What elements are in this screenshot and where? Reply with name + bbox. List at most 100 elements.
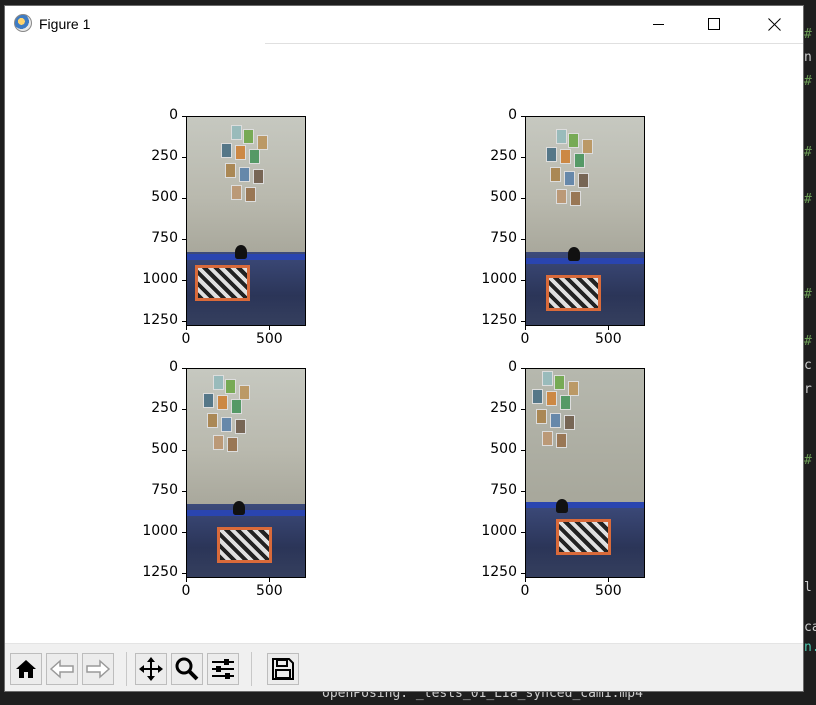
editor-line: # (804, 27, 812, 42)
home-icon (16, 660, 36, 678)
image-axes[interactable] (525, 368, 645, 578)
figure-canvas[interactable]: 0 250 500 750 1000 1250 0 500 0 250 500 750 1000 125… (5, 44, 803, 644)
close-button[interactable] (751, 6, 797, 42)
y-tick-mark (182, 239, 186, 241)
image-axes[interactable] (186, 368, 306, 578)
toolbar-separator (251, 652, 252, 686)
editor-line: n. (804, 640, 816, 655)
title-bar[interactable]: Figure 1 (5, 6, 803, 42)
background-editor: # n # # # # # c r # l ca n. (804, 0, 816, 705)
pan-button[interactable] (135, 653, 167, 685)
close-icon (768, 18, 781, 31)
subplot-2[interactable]: 0 250 500 750 1000 1250 0 500 (464, 44, 694, 347)
subplot-3[interactable]: 0 250 500 750 1000 1250 0 500 (125, 296, 355, 599)
editor-line: ca (804, 620, 816, 635)
y-tick-mark (182, 409, 186, 411)
y-tick-mark (182, 116, 186, 117)
y-tick-mark (521, 532, 525, 534)
save-button[interactable] (267, 653, 299, 685)
y-tick-label: 250 (490, 148, 517, 165)
y-tick-label: 250 (151, 148, 178, 165)
y-tick-mark (521, 450, 525, 452)
arrow-right-icon (86, 659, 111, 679)
y-tick-label: 250 (490, 400, 517, 417)
y-tick-label: 1000 (481, 523, 517, 540)
editor-line: # (804, 74, 812, 89)
wall-frames (217, 125, 279, 207)
magnifier-icon (175, 657, 199, 681)
image-axes[interactable] (525, 116, 645, 326)
y-tick-label: 500 (490, 441, 517, 458)
y-tick-label: 750 (490, 482, 517, 499)
y-tick-mark (521, 116, 525, 117)
navigation-toolbar (5, 643, 803, 691)
y-tick-mark (521, 280, 525, 282)
image-axes[interactable] (186, 116, 306, 326)
editor-line: l (804, 580, 812, 595)
sliders-icon (212, 659, 234, 679)
x-tick-mark (269, 578, 271, 582)
wall-frames (199, 375, 261, 457)
y-tick-mark (521, 573, 525, 575)
cat-figure (233, 501, 245, 515)
terminal-text: openPosing: _tests_01_LIa_synced_cam1.mp… (322, 692, 643, 701)
maximize-icon (708, 18, 720, 30)
x-tick-mark (608, 578, 610, 582)
move-icon (139, 657, 163, 681)
x-tick-mark (525, 578, 526, 582)
y-tick-mark (182, 532, 186, 534)
figure-window: Figure 1 0 250 500 750 1000 1250 0 500 0… (4, 5, 804, 692)
zoom-button[interactable] (171, 653, 203, 685)
subplot-1[interactable]: 0 250 500 750 1000 1250 0 500 (125, 44, 355, 347)
background-terminal: openPosing: _tests_01_LIa_synced_cam1.mp… (0, 692, 816, 705)
y-tick-label: 0 (508, 107, 517, 123)
forward-button[interactable] (82, 653, 114, 685)
y-tick-mark (182, 573, 186, 575)
x-tick-mark (186, 578, 187, 582)
y-tick-mark (182, 157, 186, 159)
editor-line: n (804, 50, 812, 65)
y-tick-label: 0 (169, 359, 178, 375)
y-tick-mark (521, 198, 525, 200)
y-tick-label: 0 (508, 359, 517, 375)
y-tick-mark (521, 239, 525, 241)
y-tick-label: 500 (151, 441, 178, 458)
minimize-icon (652, 23, 664, 25)
y-tick-label: 1250 (142, 564, 178, 581)
editor-line: # (804, 453, 812, 468)
y-tick-mark (521, 157, 525, 159)
matplotlib-icon (14, 14, 32, 32)
editor-line: # (804, 287, 812, 302)
y-tick-label: 1250 (481, 564, 517, 581)
cat-figure (556, 499, 568, 513)
checkerboard-mat (556, 519, 611, 555)
back-button[interactable] (46, 653, 78, 685)
y-tick-mark (521, 409, 525, 411)
editor-line: # (804, 334, 812, 349)
editor-line: r (804, 382, 812, 397)
y-tick-label: 750 (490, 230, 517, 247)
y-tick-label: 750 (151, 230, 178, 247)
y-tick-mark (182, 280, 186, 282)
editor-line: c (804, 358, 812, 373)
configure-subplots-button[interactable] (207, 653, 239, 685)
window-title: Figure 1 (39, 16, 91, 32)
y-tick-mark (521, 368, 525, 369)
cat-figure (568, 247, 580, 261)
subplot-4[interactable]: 0 250 500 750 1000 1250 0 500 (464, 296, 694, 599)
x-tick-label: 0 (520, 583, 530, 599)
y-tick-label: 250 (151, 400, 178, 417)
y-tick-mark (182, 450, 186, 452)
maximize-button[interactable] (691, 6, 737, 42)
floppy-disk-icon (272, 658, 294, 680)
minimize-button[interactable] (635, 6, 681, 42)
home-button[interactable] (10, 653, 42, 685)
y-tick-mark (182, 368, 186, 369)
wall-frames (528, 371, 590, 453)
y-tick-label: 0 (169, 107, 178, 123)
y-tick-label: 500 (151, 189, 178, 206)
y-tick-label: 1000 (142, 523, 178, 540)
y-tick-label: 1000 (481, 271, 517, 288)
toolbar-separator (126, 652, 127, 686)
y-tick-label: 500 (490, 189, 517, 206)
